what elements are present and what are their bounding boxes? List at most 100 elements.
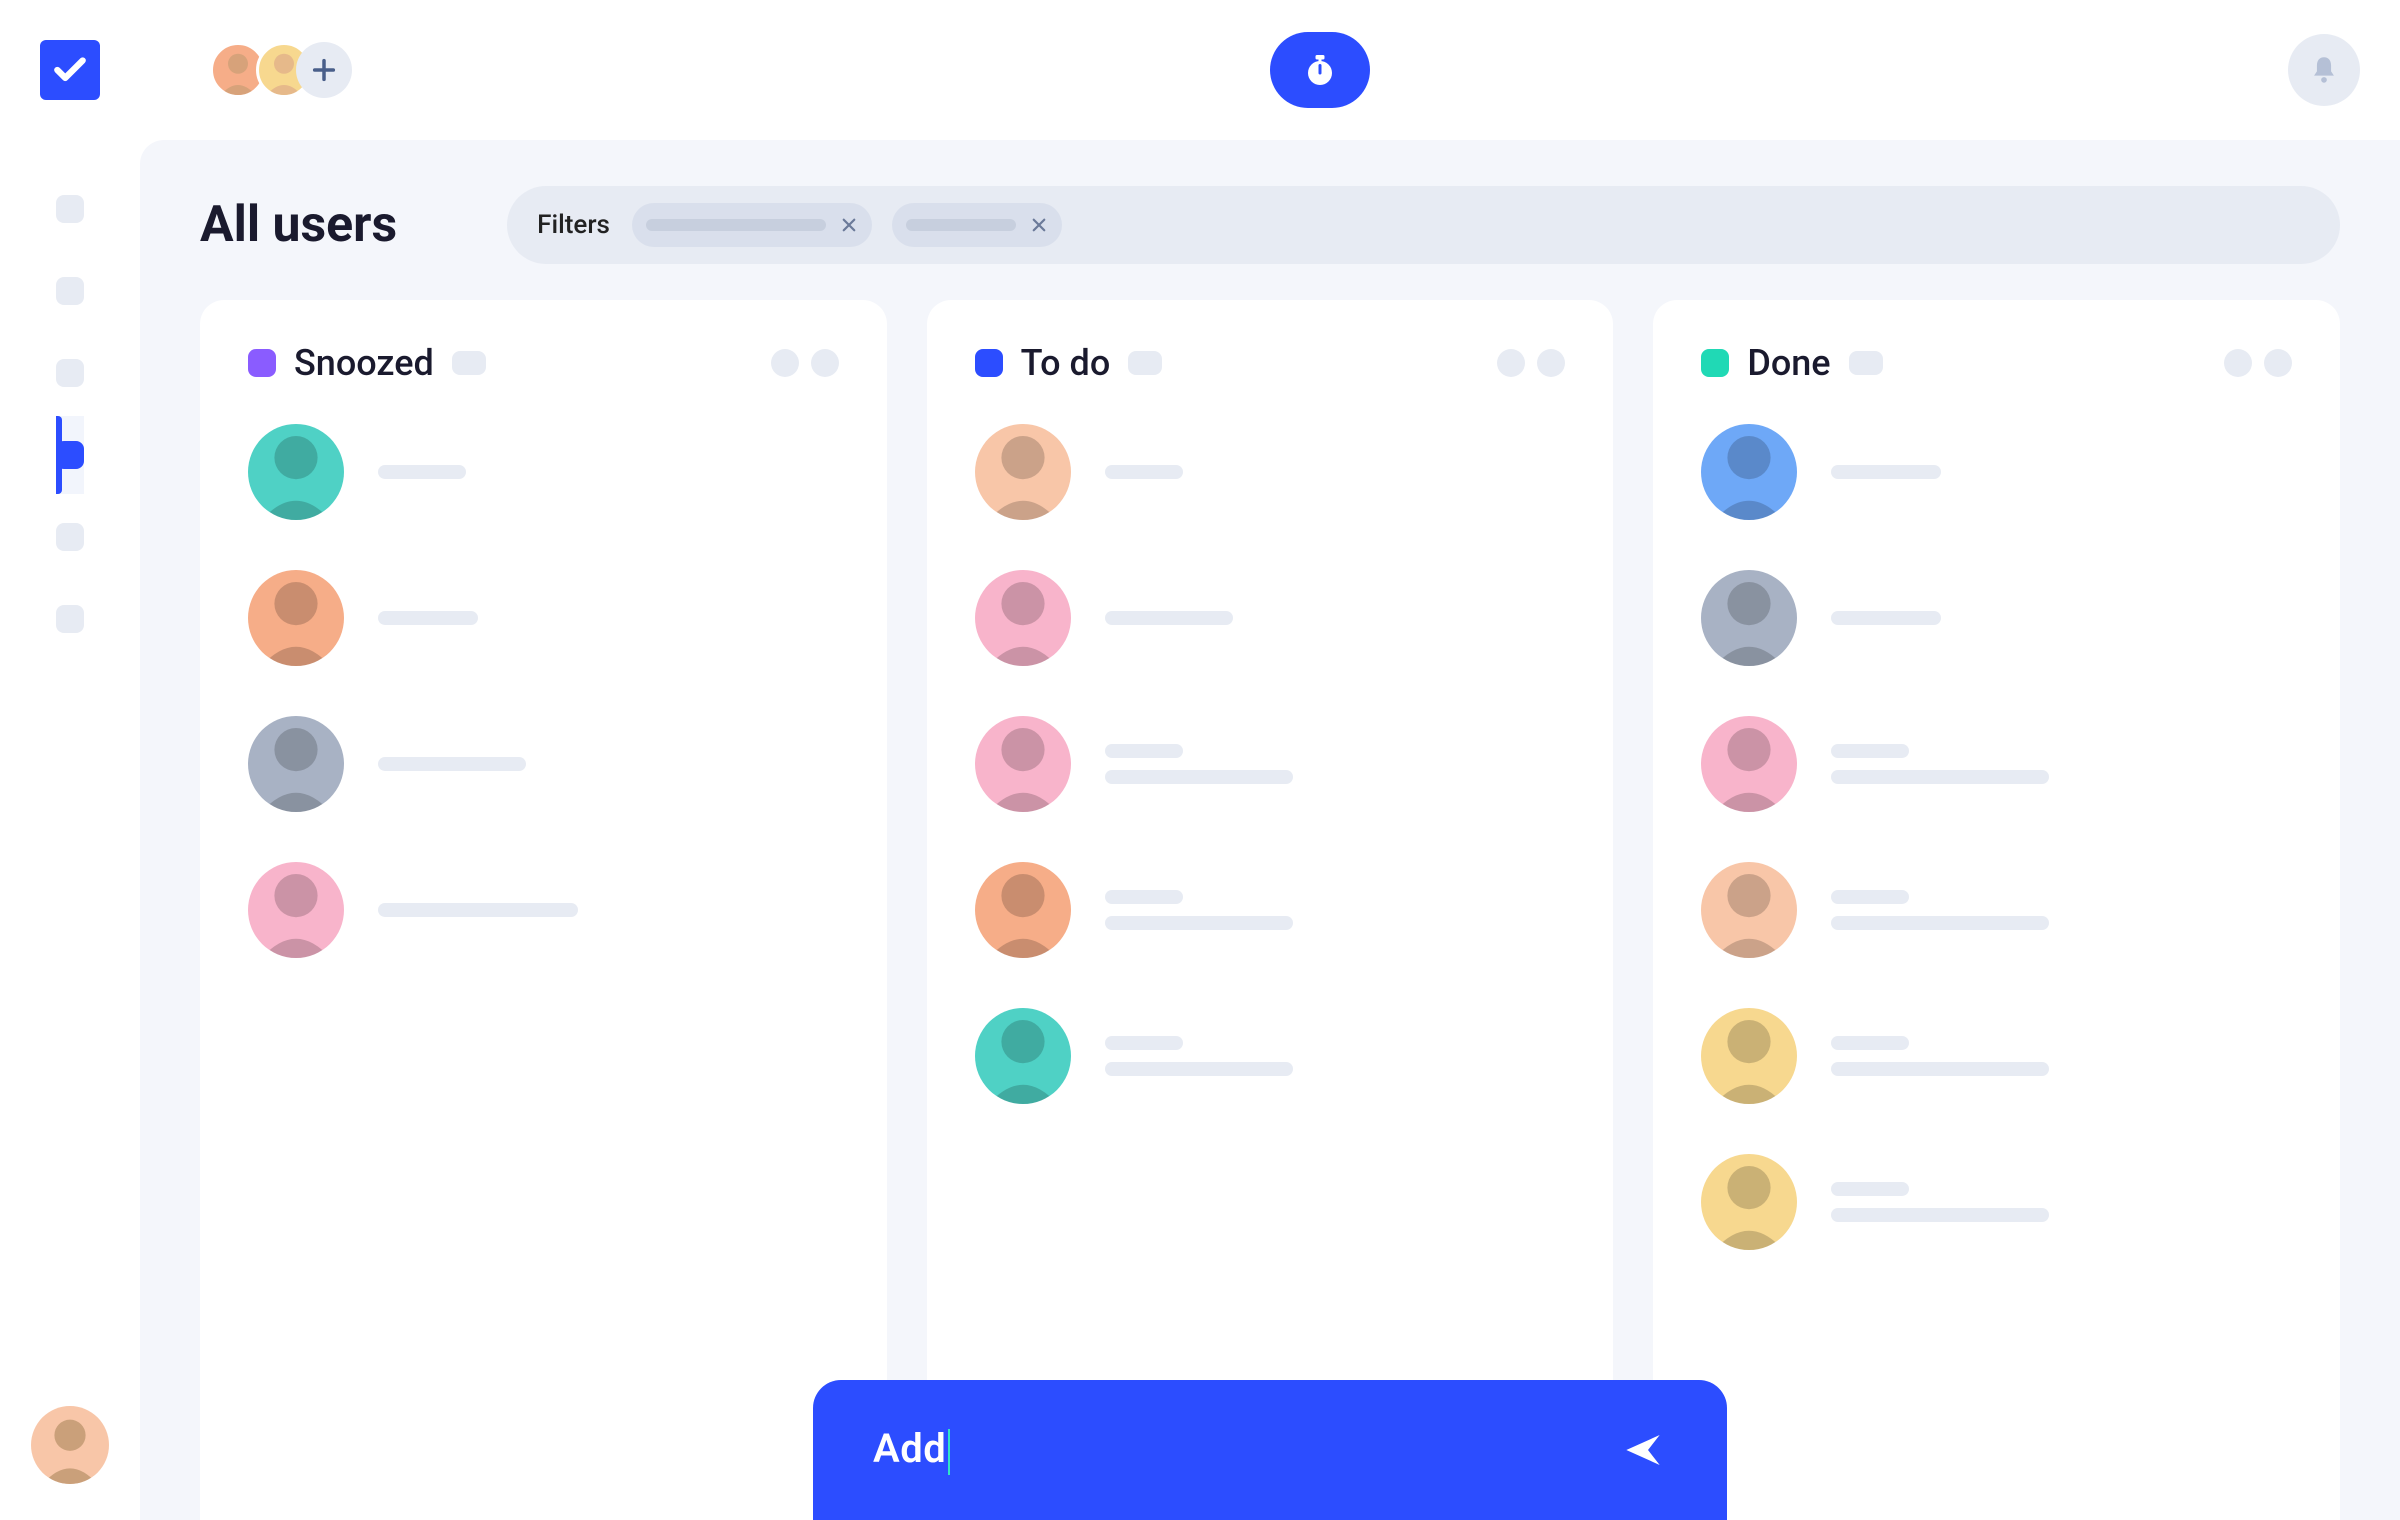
main-panel: All users Filters Snoozed To do Done Add xyxy=(140,140,2400,1520)
user-card[interactable] xyxy=(975,862,1566,958)
user-card-text xyxy=(378,903,578,917)
placeholder-line xyxy=(1831,611,1941,625)
placeholder-line xyxy=(1831,890,1909,904)
bell-icon xyxy=(2307,53,2341,87)
add-collaborator-button[interactable] xyxy=(296,42,352,98)
placeholder-line xyxy=(1105,1062,1293,1076)
send-icon xyxy=(1623,1430,1663,1470)
column-todo: To do xyxy=(927,300,1614,1520)
sidebar-glyph xyxy=(56,441,84,469)
compose-text: Add xyxy=(873,1425,950,1474)
send-button[interactable] xyxy=(1619,1426,1667,1474)
sidebar-item-5[interactable] xyxy=(56,580,84,658)
user-card[interactable] xyxy=(1701,862,2292,958)
placeholder-line xyxy=(378,611,478,625)
user-avatar xyxy=(248,716,344,812)
placeholder-line xyxy=(378,465,466,479)
user-card[interactable] xyxy=(248,862,839,958)
placeholder-line xyxy=(1105,1036,1183,1050)
sidebar-item-3[interactable] xyxy=(56,416,84,494)
placeholder-line xyxy=(1831,465,1941,479)
sidebar-item-4[interactable] xyxy=(56,498,84,576)
user-avatar xyxy=(975,716,1071,812)
placeholder-line xyxy=(1105,744,1183,758)
sidebar xyxy=(0,140,140,1520)
user-card[interactable] xyxy=(248,716,839,812)
current-user-avatar[interactable] xyxy=(31,1406,109,1484)
remove-filter-button[interactable] xyxy=(1030,216,1048,234)
x-icon xyxy=(1030,216,1048,234)
column-title: Done xyxy=(1747,342,1830,384)
compose-bar[interactable]: Add xyxy=(813,1380,1727,1520)
kanban-board: Snoozed To do Done Add xyxy=(140,264,2400,1520)
column-title: To do xyxy=(1021,342,1111,384)
user-card-text xyxy=(378,611,478,625)
remove-filter-button[interactable] xyxy=(840,216,858,234)
placeholder-line xyxy=(1831,770,2049,784)
user-card-text xyxy=(1831,465,1941,479)
sidebar-item-2[interactable] xyxy=(56,334,84,412)
user-avatar xyxy=(1701,862,1797,958)
sidebar-glyph xyxy=(56,277,84,305)
user-card[interactable] xyxy=(975,424,1566,520)
user-card[interactable] xyxy=(1701,1008,2292,1104)
placeholder-line xyxy=(1831,1208,2049,1222)
user-avatar xyxy=(1701,424,1797,520)
column-header: Snoozed xyxy=(248,342,839,384)
user-avatar xyxy=(248,862,344,958)
sidebar-glyph xyxy=(56,523,84,551)
user-avatar xyxy=(975,424,1071,520)
filters-bar[interactable]: Filters xyxy=(507,186,2340,264)
user-card[interactable] xyxy=(248,424,839,520)
user-card[interactable] xyxy=(1701,424,2292,520)
column-action-button[interactable] xyxy=(771,349,799,377)
column-action-button[interactable] xyxy=(811,349,839,377)
user-card-text xyxy=(1831,890,2049,930)
column-header: To do xyxy=(975,342,1566,384)
user-card-text xyxy=(378,465,466,479)
page-title: All users xyxy=(200,196,397,254)
column-action-button[interactable] xyxy=(2224,349,2252,377)
stopwatch-icon xyxy=(1302,52,1338,88)
column-action-button[interactable] xyxy=(1537,349,1565,377)
user-avatar xyxy=(975,1008,1071,1104)
sidebar-item-1[interactable] xyxy=(56,252,84,330)
user-avatar xyxy=(1701,570,1797,666)
column-snoozed: Snoozed xyxy=(200,300,887,1520)
sidebar-glyph xyxy=(56,195,84,223)
sidebar-glyph xyxy=(56,359,84,387)
topbar xyxy=(0,0,2400,140)
column-action-button[interactable] xyxy=(1497,349,1525,377)
placeholder-line xyxy=(378,757,526,771)
column-color-swatch xyxy=(248,349,276,377)
user-card[interactable] xyxy=(248,570,839,666)
user-card-text xyxy=(1105,611,1233,625)
user-card[interactable] xyxy=(1701,716,2292,812)
user-card-text xyxy=(1105,1036,1293,1076)
app-logo[interactable] xyxy=(40,40,100,100)
user-card[interactable] xyxy=(1701,1154,2292,1250)
filter-chip-label xyxy=(906,219,1016,231)
notifications-button[interactable] xyxy=(2288,34,2360,106)
column-action-button[interactable] xyxy=(2264,349,2292,377)
filters-label: Filters xyxy=(537,210,610,240)
timer-button[interactable] xyxy=(1270,32,1370,108)
user-card[interactable] xyxy=(975,570,1566,666)
checkmark-icon xyxy=(51,51,89,89)
sidebar-glyph xyxy=(56,605,84,633)
user-card[interactable] xyxy=(1701,570,2292,666)
user-avatar xyxy=(975,570,1071,666)
column-count-badge xyxy=(1128,351,1162,375)
placeholder-line xyxy=(1831,916,2049,930)
user-card[interactable] xyxy=(975,1008,1566,1104)
sidebar-item-0[interactable] xyxy=(56,170,84,248)
placeholder-line xyxy=(1105,611,1233,625)
user-card-text xyxy=(1105,465,1183,479)
placeholder-line xyxy=(1105,916,1293,930)
user-avatar xyxy=(975,862,1071,958)
user-card-text xyxy=(378,757,526,771)
filter-chip[interactable] xyxy=(632,203,872,247)
user-card[interactable] xyxy=(975,716,1566,812)
filter-chip[interactable] xyxy=(892,203,1062,247)
user-card-text xyxy=(1105,744,1293,784)
